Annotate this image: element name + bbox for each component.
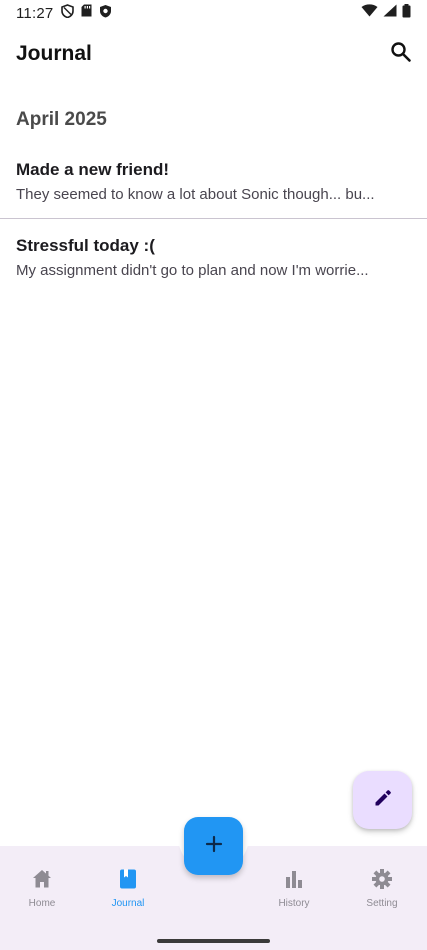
nav-history[interactable]: History bbox=[264, 868, 324, 909]
entry-snippet: My assignment didn't go to plan and now … bbox=[16, 262, 369, 279]
nav-journal[interactable]: Journal bbox=[98, 868, 158, 909]
bar-chart-icon bbox=[283, 868, 305, 895]
journal-entry[interactable]: Stressful today :( My assignment didn't … bbox=[0, 235, 427, 281]
add-entry-button[interactable] bbox=[184, 817, 243, 875]
edit-entry-button[interactable] bbox=[353, 771, 412, 829]
play-protect-icon bbox=[99, 4, 112, 23]
home-icon bbox=[31, 868, 53, 895]
journal-screen: 11:27 Journal April 2025 Made a new frie… bbox=[0, 0, 427, 950]
plus-icon bbox=[205, 835, 223, 858]
nav-label: Home bbox=[28, 898, 56, 909]
signal-icon bbox=[383, 4, 397, 22]
status-left: 11:27 bbox=[16, 3, 112, 23]
shield-icon bbox=[61, 3, 75, 23]
status-right bbox=[361, 3, 411, 23]
gear-icon bbox=[371, 868, 393, 895]
nav-home[interactable]: Home bbox=[12, 868, 72, 909]
search-icon bbox=[390, 41, 412, 68]
entry-title: Made a new friend! bbox=[16, 160, 170, 179]
pencil-icon bbox=[373, 788, 393, 813]
gesture-navigation-bar[interactable] bbox=[157, 939, 270, 943]
nav-setting[interactable]: Setting bbox=[352, 868, 412, 909]
page-title: Journal bbox=[16, 42, 92, 65]
status-time: 11:27 bbox=[16, 4, 54, 22]
search-button[interactable] bbox=[387, 40, 415, 68]
nav-label: Journal bbox=[111, 898, 145, 909]
entry-divider bbox=[0, 218, 427, 219]
month-header: April 2025 bbox=[16, 109, 107, 130]
nav-label: Setting bbox=[366, 898, 398, 909]
status-bar: 11:27 bbox=[0, 0, 427, 26]
sd-card-icon bbox=[81, 4, 92, 22]
entry-title: Stressful today :( bbox=[16, 236, 155, 255]
nav-label: History bbox=[278, 898, 310, 909]
battery-icon bbox=[402, 3, 411, 23]
journal-entry[interactable]: Made a new friend! They seemed to know a… bbox=[0, 159, 427, 205]
app-bar: Journal bbox=[0, 26, 427, 82]
book-icon bbox=[117, 868, 139, 895]
status-icons-left bbox=[61, 3, 112, 23]
wifi-icon bbox=[361, 4, 378, 22]
entry-snippet: They seemed to know a lot about Sonic th… bbox=[16, 186, 375, 203]
